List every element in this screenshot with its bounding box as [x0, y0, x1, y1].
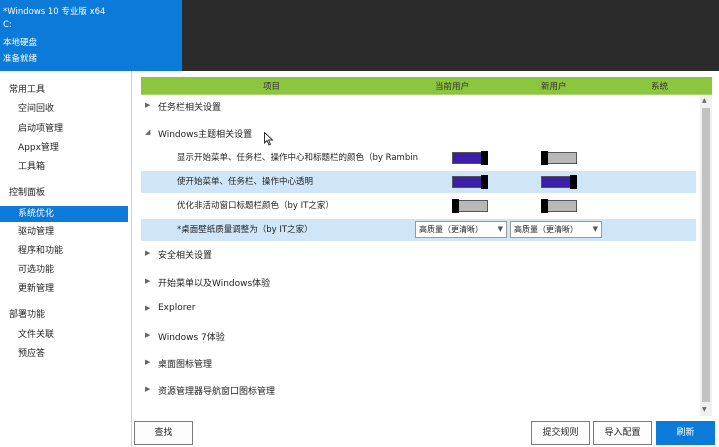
column-header-current-user[interactable]: 当前用户: [435, 80, 469, 92]
sidebar-item-toolbox[interactable]: 工具箱: [0, 159, 128, 175]
group-label: 开始菜单以及Windows体验: [158, 279, 271, 289]
setting-row[interactable]: 使开始菜单、任务栏、操作中心透明: [141, 171, 696, 193]
disk-type: 本地硬盘: [3, 38, 38, 48]
status-text: 准备就绪: [3, 54, 38, 64]
sidebar-item-space-reclaim[interactable]: 空间回收: [0, 101, 128, 117]
group-label: Windows 7体验: [158, 333, 225, 343]
new-user-toggle[interactable]: [541, 175, 577, 189]
sidebar-item-system-optimization[interactable]: 系统优化: [0, 206, 128, 222]
toggle-knob: [570, 175, 577, 189]
import-config-button[interactable]: 导入配置: [593, 421, 652, 445]
sidebar-item-appx-manager[interactable]: Appx管理: [0, 140, 128, 156]
dropdown-arrow-icon: ▼: [592, 225, 598, 233]
tree-group-row[interactable]: ▶ 开始菜单以及Windows体验: [141, 272, 696, 294]
tree-group-row[interactable]: ▶ Windows 7体验: [141, 326, 696, 348]
group-label: Windows主题相关设置: [158, 130, 253, 140]
setting-row[interactable]: *桌面壁纸质量调整为（by IT之家） 高质量（更清晰） ▼ 高质量（更清晰） ▼: [141, 219, 696, 241]
tree-group-row[interactable]: ▶ 任务栏相关设置: [141, 96, 696, 118]
expand-arrow-icon[interactable]: ▶: [145, 304, 150, 312]
setting-label: 优化非活动窗口标题栏颜色（by IT之家）: [177, 201, 334, 211]
new-user-quality-select[interactable]: 高质量（更清晰） ▼: [510, 221, 602, 238]
expand-arrow-icon[interactable]: ▶: [145, 385, 150, 393]
tree-group-row[interactable]: ▶ 桌面图标管理: [141, 353, 696, 375]
current-user-toggle[interactable]: [452, 175, 488, 189]
sidebar-item-optional-features[interactable]: 可选功能: [0, 262, 128, 278]
new-user-toggle[interactable]: [541, 151, 577, 165]
drive-letter: C:: [3, 20, 12, 30]
system-info-panel[interactable]: *Windows 10 专业版 x64 C: 本地硬盘 准备就绪: [0, 0, 182, 71]
toggle-knob: [541, 199, 548, 213]
setting-row[interactable]: 显示开始菜单、任务栏、操作中心和标题栏的颜色（by Rambin: [141, 147, 696, 169]
tree-group-row[interactable]: ▶ 安全相关设置: [141, 244, 696, 266]
new-user-toggle[interactable]: [541, 199, 577, 213]
find-button[interactable]: 查找: [134, 421, 193, 445]
group-label: 任务栏相关设置: [158, 103, 222, 113]
dropdown-arrow-icon: ▼: [497, 225, 503, 233]
scrollbar-thumb[interactable]: [702, 108, 710, 402]
scroll-up-icon[interactable]: ▲: [702, 97, 707, 104]
tree-group-row[interactable]: ▶ 资源管理器导航窗口图标管理: [141, 380, 696, 402]
sidebar-item-driver-manager[interactable]: 驱动管理: [0, 224, 128, 240]
sidebar-section-control-panel: 控制面板: [9, 188, 46, 198]
current-user-toggle[interactable]: [452, 199, 488, 213]
vertical-scrollbar[interactable]: ▲ ▼: [700, 95, 712, 416]
toggle-knob: [452, 199, 459, 213]
column-header-item[interactable]: 项目: [263, 80, 280, 92]
sidebar-item-startup-manager[interactable]: 启动项管理: [0, 121, 128, 137]
setting-label: 使开始菜单、任务栏、操作中心透明: [177, 177, 314, 187]
toggle-knob: [481, 151, 488, 165]
current-user-toggle[interactable]: [452, 151, 488, 165]
expand-arrow-icon[interactable]: ▶: [145, 277, 150, 285]
sidebar: 常用工具 空间回收 启动项管理 Appx管理 工具箱 控制面板 系统优化 驱动管…: [0, 71, 132, 447]
settings-tree-table: 项目 当前用户 新用户 系统 ▶ 任务栏相关设置 ◢ Windows主题相关设置…: [141, 77, 712, 415]
sidebar-item-update-manager[interactable]: 更新管理: [0, 281, 128, 297]
collapse-arrow-icon[interactable]: ◢: [145, 128, 150, 136]
expand-arrow-icon[interactable]: ▶: [145, 249, 150, 257]
group-label: 安全相关设置: [158, 251, 213, 261]
expand-arrow-icon[interactable]: ▶: [145, 101, 150, 109]
setting-row[interactable]: 优化非活动窗口标题栏颜色（by IT之家）: [141, 195, 696, 217]
group-label: Explorer: [158, 303, 196, 313]
expand-arrow-icon[interactable]: ▶: [145, 358, 150, 366]
mouse-cursor-icon: [264, 132, 274, 146]
tree-group-row[interactable]: ◢ Windows主题相关设置: [141, 123, 696, 145]
submit-rule-button[interactable]: 提交规则: [531, 421, 590, 445]
setting-label: 显示开始菜单、任务栏、操作中心和标题栏的颜色（by Rambin: [177, 153, 418, 163]
system-title: *Windows 10 专业版 x64: [3, 7, 106, 17]
tree-group-row[interactable]: ▶ Explorer: [141, 299, 696, 321]
toggle-knob: [481, 175, 488, 189]
expand-arrow-icon[interactable]: ▶: [145, 331, 150, 339]
select-value: 高质量（更清晰）: [514, 225, 578, 234]
sidebar-section-deployment: 部署功能: [9, 310, 46, 320]
setting-label: *桌面壁纸质量调整为（by IT之家）: [177, 225, 313, 235]
current-user-quality-select[interactable]: 高质量（更清晰） ▼: [415, 221, 507, 238]
scroll-down-icon[interactable]: ▼: [702, 406, 707, 413]
column-header-system[interactable]: 系统: [651, 80, 668, 92]
group-label: 资源管理器导航窗口图标管理: [158, 387, 276, 397]
select-value: 高质量（更清晰）: [419, 225, 483, 234]
refresh-button[interactable]: 刷新: [656, 421, 715, 445]
sidebar-item-file-association[interactable]: 文件关联: [0, 327, 128, 343]
column-header-new-user[interactable]: 新用户: [541, 80, 567, 92]
sidebar-section-common-tools: 常用工具: [9, 85, 46, 95]
group-label: 桌面图标管理: [158, 360, 213, 370]
toggle-knob: [541, 151, 548, 165]
table-header: 项目 当前用户 新用户 系统: [141, 77, 712, 95]
sidebar-item-answer-file[interactable]: 预应答: [0, 346, 128, 362]
sidebar-item-programs-features[interactable]: 程序和功能: [0, 243, 128, 259]
